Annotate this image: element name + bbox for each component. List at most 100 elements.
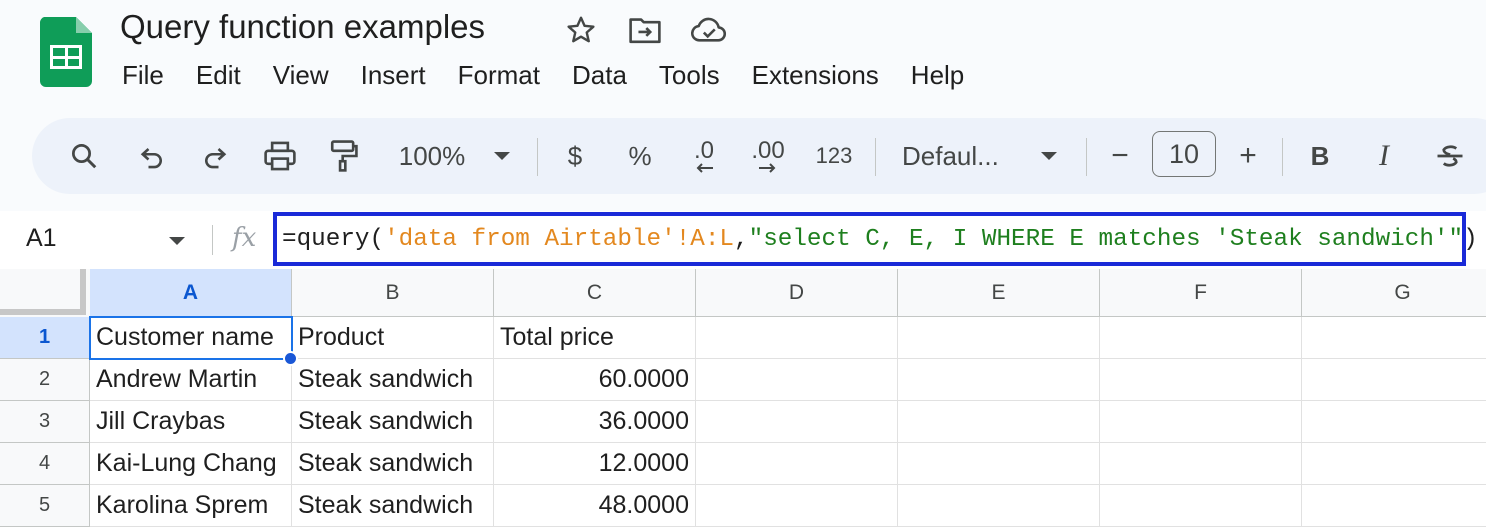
cell-a2[interactable]: Andrew Martin [90, 359, 292, 401]
cell-e3[interactable] [898, 401, 1100, 443]
strikethrough-icon[interactable] [1430, 132, 1470, 180]
sheets-logo-icon[interactable] [39, 17, 92, 87]
italic-button[interactable]: I [1368, 132, 1400, 180]
percent-format-button[interactable]: % [624, 132, 656, 180]
cell-g2[interactable] [1302, 359, 1486, 401]
freeze-row-handle[interactable] [0, 309, 86, 315]
cell-d5[interactable] [696, 485, 898, 527]
column-header-a[interactable]: A [90, 269, 292, 317]
menu-extensions[interactable]: Extensions [736, 58, 895, 96]
cell-c2[interactable]: 60.0000 [494, 359, 696, 401]
increase-decimal-button[interactable]: .00 [747, 132, 789, 180]
cell-e4[interactable] [898, 443, 1100, 485]
cell-c3[interactable]: 36.0000 [494, 401, 696, 443]
cell-b5[interactable]: Steak sandwich [292, 485, 494, 527]
cell-b4[interactable]: Steak sandwich [292, 443, 494, 485]
redo-icon[interactable] [195, 132, 235, 180]
currency-format-button[interactable]: $ [560, 132, 590, 180]
toolbar-divider [1282, 138, 1283, 176]
column-header-c[interactable]: C [494, 269, 696, 317]
menu-file[interactable]: File [106, 58, 180, 96]
select-all-corner[interactable] [0, 269, 90, 317]
fill-handle[interactable] [283, 351, 298, 366]
cell-d2[interactable] [696, 359, 898, 401]
cell-d3[interactable] [696, 401, 898, 443]
toolbar: 100% $ % .0 .00 123 Defaul... − 10 + B I [32, 118, 1486, 194]
print-icon[interactable] [260, 132, 300, 180]
cell-f3[interactable] [1100, 401, 1302, 443]
cell-e2[interactable] [898, 359, 1100, 401]
cell-b3[interactable]: Steak sandwich [292, 401, 494, 443]
more-formats-button[interactable]: 123 [812, 132, 856, 180]
row-header-3[interactable]: 3 [0, 401, 90, 443]
formula-text: =query('data from Airtable'!A:L,"select … [282, 226, 1478, 253]
formula-input[interactable]: =query('data from Airtable'!A:L,"select … [273, 212, 1478, 266]
zoom-value: 100% [398, 140, 466, 171]
formula-bar-divider [212, 225, 213, 255]
arrow-left-icon [696, 163, 713, 173]
menu-tools[interactable]: Tools [643, 58, 736, 96]
cell-d4[interactable] [696, 443, 898, 485]
cell-a1[interactable]: Customer name [90, 317, 292, 359]
name-box-caret-down-icon[interactable] [168, 233, 186, 251]
menu-bar: File Edit View Insert Format Data Tools … [106, 58, 980, 96]
menu-help[interactable]: Help [895, 58, 980, 96]
cell-f2[interactable] [1100, 359, 1302, 401]
row-header-1[interactable]: 1 [0, 317, 90, 359]
row-header-4[interactable]: 4 [0, 443, 90, 485]
cell-f1[interactable] [1100, 317, 1302, 359]
cell-a5[interactable]: Karolina Sprem [90, 485, 292, 527]
cell-c1[interactable]: Total price [494, 317, 696, 359]
toolbar-divider [875, 138, 876, 176]
increase-font-size-button[interactable]: + [1232, 132, 1264, 180]
move-to-folder-icon[interactable] [627, 12, 663, 48]
menu-view[interactable]: View [257, 58, 345, 96]
cell-c4[interactable]: 12.0000 [494, 443, 696, 485]
zoom-select[interactable]: 100% [392, 132, 472, 180]
spreadsheet-grid: A B C D E F G 1 2 3 4 5 Customer name Pr… [0, 269, 1486, 528]
font-family-value: Defaul... [902, 140, 999, 171]
column-header-d[interactable]: D [696, 269, 898, 317]
name-box[interactable]: A1 [26, 224, 57, 253]
font-caret-down-icon[interactable] [1035, 132, 1063, 180]
column-header-f[interactable]: F [1100, 269, 1302, 317]
menu-insert[interactable]: Insert [345, 58, 442, 96]
search-icon[interactable] [64, 132, 104, 180]
cell-g1[interactable] [1302, 317, 1486, 359]
menu-data[interactable]: Data [556, 58, 643, 96]
column-header-b[interactable]: B [292, 269, 494, 317]
menu-format[interactable]: Format [442, 58, 556, 96]
font-size-input[interactable]: 10 [1152, 131, 1216, 177]
cell-a4[interactable]: Kai-Lung Chang [90, 443, 292, 485]
menu-edit[interactable]: Edit [180, 58, 257, 96]
cell-f4[interactable] [1100, 443, 1302, 485]
cell-g5[interactable] [1302, 485, 1486, 527]
cell-b2[interactable]: Steak sandwich [292, 359, 494, 401]
cell-d1[interactable] [696, 317, 898, 359]
column-header-g[interactable]: G [1302, 269, 1486, 317]
cloud-saved-icon[interactable] [691, 12, 727, 48]
row-header-2[interactable]: 2 [0, 359, 90, 401]
row-header-5[interactable]: 5 [0, 485, 90, 527]
fx-icon: fx [232, 223, 257, 253]
undo-icon[interactable] [132, 132, 172, 180]
zoom-caret-down-icon[interactable] [488, 132, 516, 180]
document-title[interactable]: Query function examples [120, 8, 485, 46]
font-family-select[interactable]: Defaul... [902, 132, 1014, 180]
toolbar-divider [1086, 138, 1087, 176]
decrease-font-size-button[interactable]: − [1104, 132, 1136, 180]
bold-button[interactable]: B [1304, 132, 1336, 180]
cell-b1[interactable]: Product [292, 317, 494, 359]
paint-format-icon[interactable] [324, 132, 364, 180]
decrease-decimal-button[interactable]: .0 [684, 132, 724, 180]
cell-g4[interactable] [1302, 443, 1486, 485]
cell-f5[interactable] [1100, 485, 1302, 527]
star-icon[interactable] [563, 12, 599, 48]
cell-e1[interactable] [898, 317, 1100, 359]
cell-e5[interactable] [898, 485, 1100, 527]
cell-c5[interactable]: 48.0000 [494, 485, 696, 527]
freeze-column-handle[interactable] [80, 269, 86, 309]
cell-g3[interactable] [1302, 401, 1486, 443]
cell-a3[interactable]: Jill Craybas [90, 401, 292, 443]
column-header-e[interactable]: E [898, 269, 1100, 317]
